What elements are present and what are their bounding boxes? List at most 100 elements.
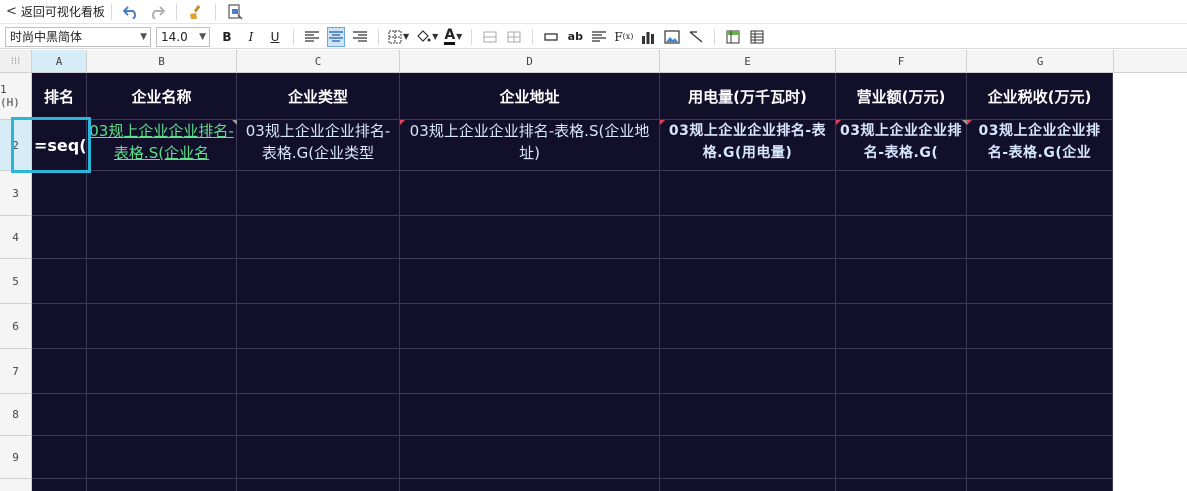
align-left-icon[interactable] bbox=[303, 27, 321, 47]
empty-cell[interactable] bbox=[400, 394, 660, 436]
empty-cell[interactable] bbox=[836, 479, 967, 491]
cell-f2-revenue[interactable]: 03规上企业企业排名-表格.G( bbox=[836, 120, 967, 171]
bold-icon[interactable]: B bbox=[218, 27, 236, 47]
empty-cell[interactable] bbox=[32, 171, 87, 216]
empty-cell[interactable] bbox=[32, 216, 87, 259]
border-icon[interactable]: ▼ bbox=[388, 27, 409, 47]
row-header-4[interactable]: 4 bbox=[0, 216, 32, 259]
empty-cell[interactable] bbox=[87, 436, 237, 479]
freeze-pane-icon[interactable] bbox=[724, 27, 742, 47]
empty-cell[interactable] bbox=[836, 394, 967, 436]
empty-cell[interactable] bbox=[87, 349, 237, 394]
select-all-corner[interactable]: ⁝⁝⁝ bbox=[0, 50, 32, 73]
redo-icon[interactable] bbox=[146, 1, 168, 23]
empty-cell[interactable] bbox=[660, 171, 836, 216]
header-cell-company-address[interactable]: 企业地址 bbox=[400, 73, 660, 120]
align-center-icon[interactable] bbox=[327, 26, 345, 47]
empty-cell[interactable] bbox=[400, 171, 660, 216]
empty-cell[interactable] bbox=[967, 216, 1113, 259]
empty-cell[interactable] bbox=[400, 436, 660, 479]
column-header-c[interactable]: C bbox=[237, 50, 400, 73]
align-right-icon[interactable] bbox=[351, 27, 369, 47]
empty-cell[interactable] bbox=[660, 216, 836, 259]
row-header-1[interactable]: 1 (H) bbox=[0, 73, 32, 120]
formula-icon[interactable]: F (x) bbox=[614, 27, 633, 47]
empty-cell[interactable] bbox=[836, 171, 967, 216]
format-painter-icon[interactable] bbox=[185, 1, 207, 23]
empty-cell[interactable] bbox=[836, 349, 967, 394]
empty-cell[interactable] bbox=[836, 216, 967, 259]
empty-cell[interactable] bbox=[967, 171, 1113, 216]
empty-cell[interactable] bbox=[660, 259, 836, 304]
empty-cell[interactable] bbox=[237, 479, 400, 491]
empty-cell[interactable] bbox=[32, 304, 87, 349]
table-settings-icon[interactable] bbox=[748, 27, 766, 47]
row-header-3[interactable]: 3 bbox=[0, 171, 32, 216]
text-cell-icon[interactable]: ab bbox=[566, 27, 584, 47]
row-header-5[interactable]: 5 bbox=[0, 259, 32, 304]
preview-icon[interactable] bbox=[224, 1, 246, 23]
empty-cell[interactable] bbox=[237, 304, 400, 349]
row-header-10[interactable] bbox=[0, 479, 32, 491]
row-header-9[interactable]: 9 bbox=[0, 436, 32, 479]
empty-cell[interactable] bbox=[400, 216, 660, 259]
empty-cell[interactable] bbox=[32, 259, 87, 304]
empty-cell[interactable] bbox=[660, 304, 836, 349]
empty-cell[interactable] bbox=[400, 479, 660, 491]
image-icon[interactable] bbox=[663, 27, 681, 47]
column-header-e[interactable]: E bbox=[660, 50, 836, 73]
empty-cell[interactable] bbox=[87, 171, 237, 216]
chart-icon[interactable] bbox=[639, 27, 657, 47]
empty-cell[interactable] bbox=[237, 171, 400, 216]
empty-cell[interactable] bbox=[836, 259, 967, 304]
header-cell-company-type[interactable]: 企业类型 bbox=[237, 73, 400, 120]
empty-cell[interactable] bbox=[32, 479, 87, 491]
italic-icon[interactable]: I bbox=[242, 27, 260, 47]
empty-cell[interactable] bbox=[237, 259, 400, 304]
row-header-8[interactable]: 8 bbox=[0, 394, 32, 436]
empty-cell[interactable] bbox=[237, 436, 400, 479]
fill-color-icon[interactable]: ▼ bbox=[415, 27, 438, 47]
back-to-dashboard-button[interactable]: < 返回可视化看板 bbox=[0, 0, 105, 24]
column-header-b[interactable]: B bbox=[87, 50, 237, 73]
header-cell-company-name[interactable]: 企业名称 bbox=[87, 73, 237, 120]
empty-cell[interactable] bbox=[87, 216, 237, 259]
empty-cell[interactable] bbox=[87, 259, 237, 304]
empty-cell[interactable] bbox=[660, 436, 836, 479]
empty-cell[interactable] bbox=[237, 216, 400, 259]
empty-cell[interactable] bbox=[967, 394, 1113, 436]
underline-icon[interactable]: U bbox=[266, 27, 284, 47]
insert-row-icon[interactable] bbox=[542, 27, 560, 47]
split-cells-icon[interactable] bbox=[505, 27, 523, 47]
empty-cell[interactable] bbox=[836, 436, 967, 479]
cell-e2-electricity[interactable]: 03规上企业企业排名-表格.G(用电量) bbox=[660, 120, 836, 171]
column-header-f[interactable]: F bbox=[836, 50, 967, 73]
empty-cell[interactable] bbox=[660, 394, 836, 436]
empty-cell[interactable] bbox=[32, 349, 87, 394]
font-size-select[interactable]: 14.0 ▼ bbox=[156, 26, 210, 47]
row-header-2[interactable]: 2 bbox=[0, 120, 32, 171]
empty-cell[interactable] bbox=[400, 304, 660, 349]
cell-g2-tax[interactable]: 03规上企业企业排名-表格.G(企业 bbox=[967, 120, 1113, 171]
row-header-7[interactable]: 7 bbox=[0, 349, 32, 394]
header-cell-rank[interactable]: 排名 bbox=[32, 73, 87, 120]
empty-cell[interactable] bbox=[967, 479, 1113, 491]
empty-cell[interactable] bbox=[400, 259, 660, 304]
empty-cell[interactable] bbox=[87, 479, 237, 491]
column-header-d[interactable]: D bbox=[400, 50, 660, 73]
empty-cell[interactable] bbox=[967, 259, 1113, 304]
empty-cell[interactable] bbox=[660, 479, 836, 491]
font-color-icon[interactable]: A ▼ bbox=[444, 27, 462, 47]
empty-cell[interactable] bbox=[237, 349, 400, 394]
wrap-text-icon[interactable] bbox=[590, 27, 608, 47]
header-cell-tax[interactable]: 企业税收(万元) bbox=[967, 73, 1113, 120]
empty-cell[interactable] bbox=[87, 394, 237, 436]
slash-icon[interactable] bbox=[687, 27, 705, 47]
undo-icon[interactable] bbox=[120, 1, 142, 23]
header-cell-revenue[interactable]: 营业额(万元) bbox=[836, 73, 967, 120]
cell-a2-formula[interactable]: =seq() bbox=[32, 120, 87, 171]
font-family-select[interactable]: 时尚中黑简体 ▼ bbox=[5, 26, 151, 47]
empty-cell[interactable] bbox=[87, 304, 237, 349]
empty-cell[interactable] bbox=[967, 436, 1113, 479]
empty-cell[interactable] bbox=[967, 304, 1113, 349]
